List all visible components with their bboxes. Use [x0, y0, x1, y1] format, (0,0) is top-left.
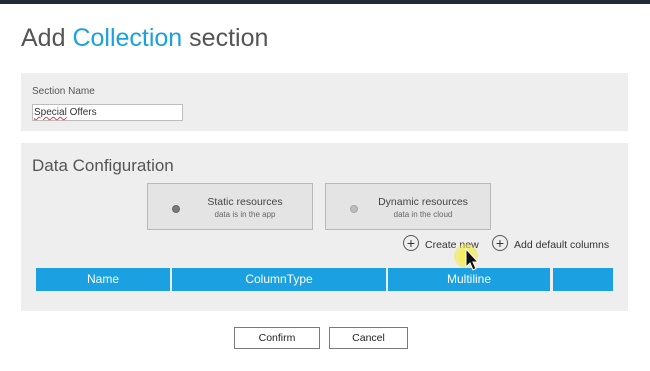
column-header-columntype[interactable]: ColumnType — [172, 268, 386, 291]
section-name-input[interactable]: Special Offers — [32, 104, 183, 121]
dynamic-resources-radio[interactable] — [350, 205, 358, 213]
dynamic-resources-option[interactable]: Dynamic resources data in the cloud — [325, 183, 491, 230]
confirm-button[interactable]: Confirm — [234, 327, 320, 349]
section-name-panel: Section Name Special Offers — [21, 73, 628, 131]
plus-circle-icon: + — [492, 235, 508, 251]
column-header-extra[interactable] — [553, 268, 613, 291]
title-accent: Collection — [72, 24, 183, 52]
title-suffix: section — [182, 24, 269, 52]
mouse-cursor-icon — [454, 244, 480, 271]
data-configuration-panel: Data Configuration Static resources data… — [21, 143, 628, 311]
dialog-title: Add Collection section — [21, 24, 268, 53]
section-name-value-misspelled: Special — [34, 107, 67, 118]
title-prefix: Add — [21, 24, 73, 52]
static-resources-option[interactable]: Static resources data is in the app — [147, 183, 313, 230]
dynamic-resources-title: Dynamic resources — [378, 196, 468, 208]
static-resources-subtitle: data is in the app — [214, 210, 276, 219]
cancel-button[interactable]: Cancel — [329, 327, 408, 349]
static-resources-radio[interactable] — [172, 205, 180, 213]
column-header-name[interactable]: Name — [36, 268, 170, 291]
data-configuration-title: Data Configuration — [32, 156, 174, 175]
dynamic-resources-subtitle: data in the cloud — [393, 210, 453, 219]
window-top-bar — [0, 0, 650, 4]
add-default-columns-button[interactable]: + Add default columns — [492, 235, 627, 255]
section-name-label: Section Name — [32, 86, 95, 97]
add-default-columns-label: Add default columns — [514, 239, 610, 251]
static-resources-title: Static resources — [207, 196, 283, 208]
section-name-value-rest: Offers — [66, 107, 97, 118]
plus-circle-icon: + — [403, 235, 419, 251]
